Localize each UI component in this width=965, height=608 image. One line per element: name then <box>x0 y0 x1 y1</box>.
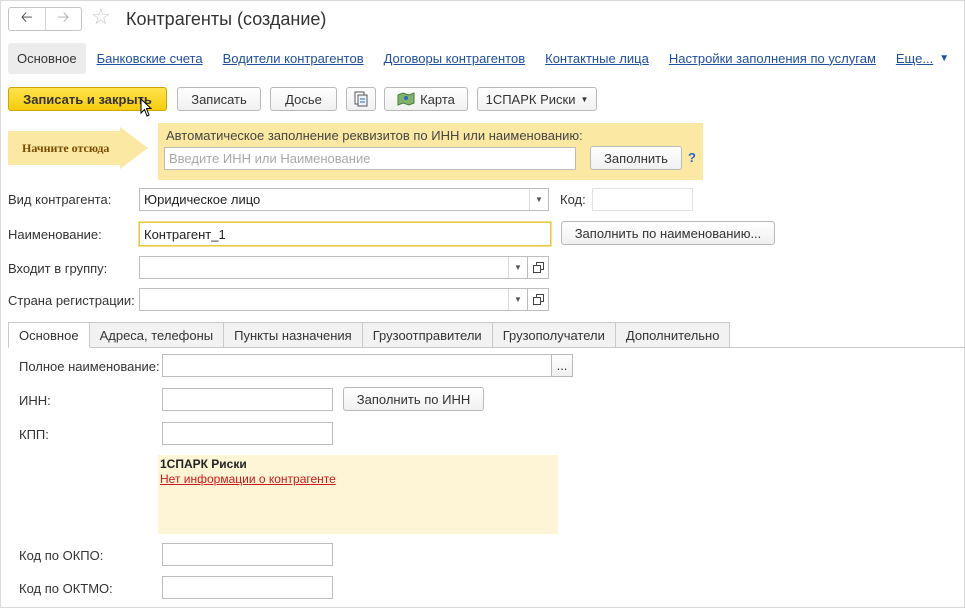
name-value: Контрагент_1 <box>144 226 226 242</box>
kpp-label: КПП: <box>19 427 49 442</box>
dossier-button[interactable]: Досье <box>270 87 337 111</box>
nav-link-main[interactable]: Основное <box>8 42 86 74</box>
kpp-field[interactable] <box>162 422 333 445</box>
save-button[interactable]: Записать <box>177 87 261 111</box>
tab-destinations[interactable]: Пункты назначения <box>224 322 363 348</box>
autofill-button[interactable]: Заполнить <box>590 146 682 170</box>
open-window-icon <box>532 294 544 305</box>
map-icon <box>397 92 415 106</box>
nav-link-bank-accounts[interactable]: Банковские счета <box>97 51 203 66</box>
form-nav-links: Основное Банковские счета Водители контр… <box>8 42 949 74</box>
spark-risks-panel: 1СПАРК Риски Нет информации о контрагент… <box>158 455 558 534</box>
spark-risks-label: 1СПАРК Риски <box>485 91 576 107</box>
tab-additional[interactable]: Дополнительно <box>615 322 731 348</box>
open-group-button[interactable] <box>528 256 549 279</box>
open-country-button[interactable] <box>528 288 549 311</box>
code-field[interactable] <box>592 188 693 211</box>
back-button[interactable]: 🡠 <box>9 8 45 30</box>
okpo-field[interactable] <box>162 543 333 566</box>
arrow-right-icon: 🡢 <box>57 8 70 26</box>
fill-by-inn-button[interactable]: Заполнить по ИНН <box>343 387 484 411</box>
tab-shippers[interactable]: Грузоотправители <box>362 322 493 348</box>
name-field[interactable]: Контрагент_1 <box>139 222 551 246</box>
inn-or-name-search-input[interactable] <box>164 147 576 170</box>
group-select[interactable]: ▼ <box>139 256 528 279</box>
full-name-select-button[interactable]: ... <box>551 354 573 377</box>
tab-consignees[interactable]: Грузополучатели <box>492 322 616 348</box>
kind-value: Юридическое лицо <box>144 192 261 207</box>
nav-link-service-settings[interactable]: Настройки заполнения по услугам <box>669 51 876 66</box>
star-icon[interactable]: ☆ <box>91 6 111 28</box>
chevron-down-icon[interactable]: ▼ <box>508 289 527 310</box>
tab-addresses[interactable]: Адреса, телефоны <box>89 322 225 348</box>
chevron-down-icon: ▼ <box>580 94 589 104</box>
mouse-cursor-icon <box>140 98 153 117</box>
oktmo-field[interactable] <box>162 576 333 599</box>
page-title: Контрагенты (создание) <box>126 9 327 29</box>
help-icon[interactable]: ? <box>688 150 696 165</box>
country-label: Страна регистрации: <box>8 293 135 308</box>
spark-risks-button[interactable]: 1СПАРК Риски ▼ <box>477 87 597 111</box>
spark-panel-title: 1СПАРК Риски <box>160 457 247 471</box>
open-window-icon <box>532 262 544 273</box>
inn-label: ИНН: <box>19 393 51 408</box>
group-label: Входит в группу: <box>8 261 108 276</box>
no-info-link[interactable]: Нет информации о контрагенте <box>160 472 336 486</box>
detail-tabs: Основное Адреса, телефоны Пункты назначе… <box>8 322 731 348</box>
report-icon <box>354 91 368 107</box>
kind-select[interactable]: Юридическое лицо ▼ <box>139 188 549 211</box>
chevron-down-icon[interactable]: ▼ <box>529 189 548 210</box>
report-button[interactable] <box>346 87 376 111</box>
country-select[interactable]: ▼ <box>139 288 528 311</box>
nav-link-contacts[interactable]: Контактные лица <box>545 51 649 66</box>
chevron-down-icon[interactable]: ▼ <box>939 53 949 64</box>
full-name-field[interactable] <box>162 354 552 377</box>
history-nav: 🡠 🡢 <box>8 7 82 31</box>
start-here-text: Начните отсюда <box>22 141 109 155</box>
okpo-label: Код по ОКПО: <box>19 548 104 563</box>
start-here-arrow: Начните отсюда <box>8 127 148 169</box>
kind-label: Вид контрагента: <box>8 192 112 207</box>
map-button-label: Карта <box>420 91 455 107</box>
full-name-label: Полное наименование: <box>19 359 160 374</box>
nav-link-drivers[interactable]: Водители контрагентов <box>223 51 364 66</box>
autofill-label: Автоматическое заполнение реквизитов по … <box>166 128 583 143</box>
chevron-down-icon[interactable]: ▼ <box>508 257 527 278</box>
nav-link-contracts[interactable]: Договоры контрагентов <box>384 51 526 66</box>
fill-by-name-button[interactable]: Заполнить по наименованию... <box>561 221 775 245</box>
autofill-banner: Автоматическое заполнение реквизитов по … <box>158 123 703 180</box>
map-button[interactable]: Карта <box>384 87 468 111</box>
oktmo-label: Код по ОКТМО: <box>19 581 113 596</box>
inn-field[interactable] <box>162 388 333 411</box>
code-label: Код: <box>560 192 586 207</box>
name-label: Наименование: <box>8 227 102 242</box>
arrow-left-icon: 🡠 <box>20 8 33 26</box>
tab-main[interactable]: Основное <box>8 322 90 348</box>
more-menu[interactable]: Еще... <box>896 51 933 66</box>
forward-button[interactable]: 🡢 <box>44 8 82 30</box>
